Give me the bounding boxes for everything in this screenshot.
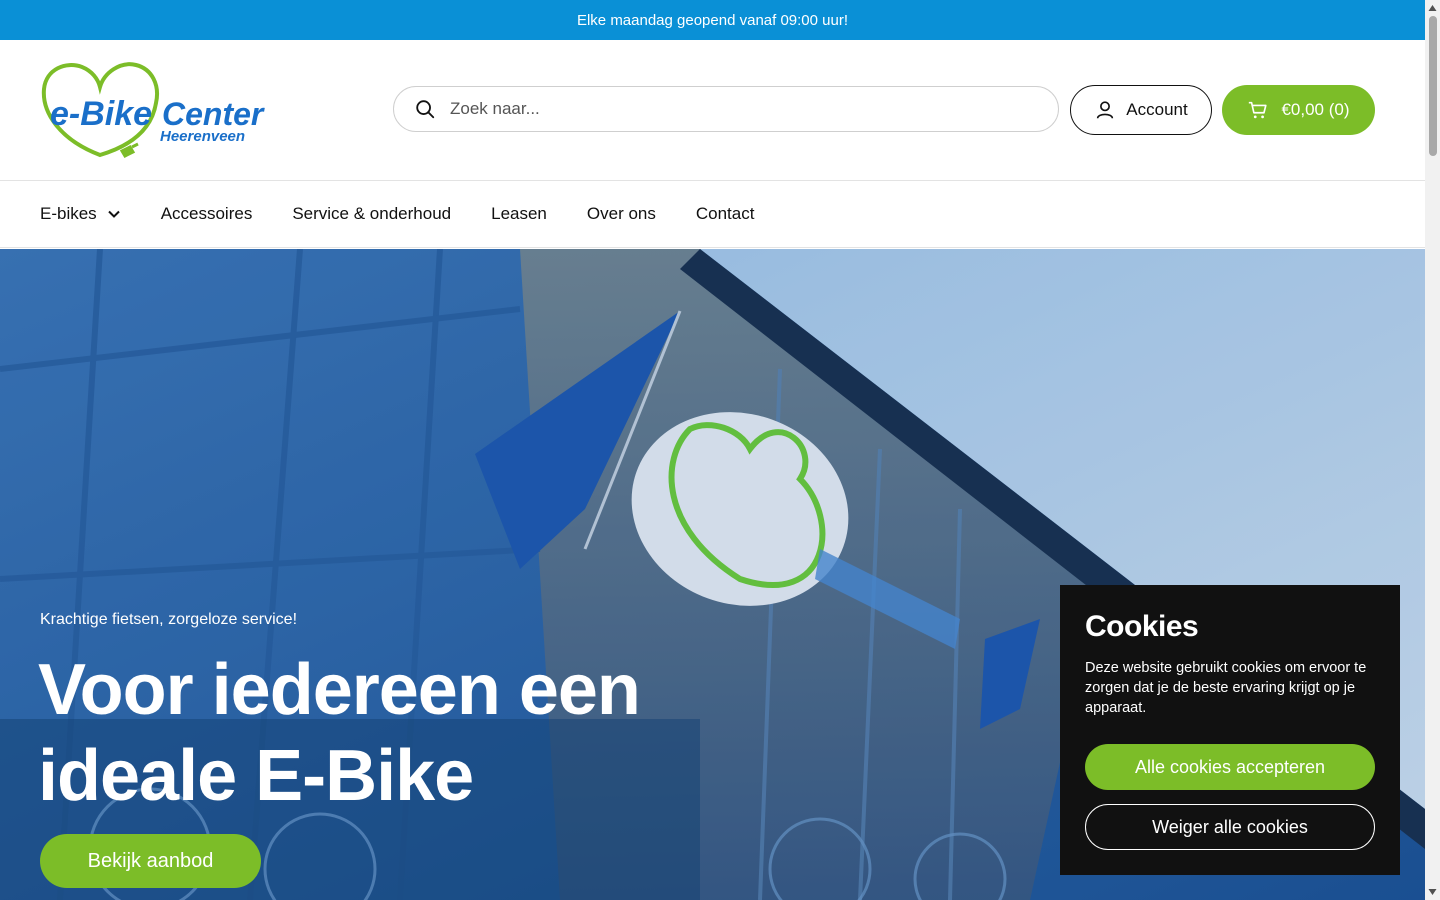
nav-item-label: Leasen — [491, 204, 547, 223]
cookie-title: Cookies — [1085, 610, 1199, 643]
page: Elke maandag geopend vanaf 09:00 uur! e-… — [0, 0, 1425, 900]
cookie-banner: Cookies Deze website gebruikt cookies om… — [1060, 585, 1400, 875]
account-label: Account — [1126, 100, 1188, 119]
account-button[interactable]: Account — [1070, 85, 1212, 135]
site-header: e-Bike Center Heerenveen Account — [0, 40, 1425, 181]
cart-button[interactable]: €0,00 (0) — [1222, 85, 1375, 135]
logo-text-ebike: e-Bike — [50, 95, 152, 133]
nav-item-ebikes[interactable]: E-bikes — [40, 204, 121, 224]
view-offer-button[interactable]: Bekijk aanbod — [40, 834, 261, 888]
scrollbar[interactable] — [1425, 0, 1440, 900]
site-logo[interactable]: e-Bike Center Heerenveen — [40, 59, 272, 161]
main-nav: E-bikes Accessoires Service & onderhoud … — [0, 181, 1425, 248]
reject-cookies-button[interactable]: Weiger alle cookies — [1085, 804, 1375, 850]
logo-text-center: Center — [162, 96, 265, 132]
search-bar[interactable] — [393, 86, 1059, 132]
nav-item-label: Over ons — [586, 204, 656, 223]
nav-item-leasen[interactable]: Leasen — [491, 204, 547, 224]
cookie-text: Deze website gebruikt cookies om ervoor … — [1085, 660, 1367, 716]
nav-item-accessoires[interactable]: Accessoires — [161, 204, 253, 224]
scrollbar-thumb[interactable] — [1429, 16, 1437, 156]
nav-item-contact[interactable]: Contact — [696, 204, 755, 224]
nav-item-label: E-bikes — [40, 204, 97, 223]
user-icon — [1097, 101, 1114, 119]
accept-cookies-button[interactable]: Alle cookies accepteren — [1085, 744, 1375, 790]
scroll-up-icon[interactable] — [1428, 4, 1437, 12]
nav-item-label: Service & onderhoud — [292, 204, 452, 223]
hero-title: Voor iedereen een ideale E-Bike — [38, 650, 641, 816]
cart-icon — [1249, 101, 1268, 119]
nav-item-label: Accessoires — [160, 204, 253, 223]
search-input[interactable] — [450, 99, 1010, 119]
search-icon — [416, 100, 435, 119]
nav-item-service[interactable]: Service & onderhoud — [292, 204, 451, 224]
logo-text-city: Heerenveen — [160, 128, 245, 145]
hero-subtitle: Krachtige fietsen, zorgeloze service! — [40, 611, 298, 628]
cart-total: €0,00 (0) — [1281, 100, 1350, 119]
announcement-text: Elke maandag geopend vanaf 09:00 uur! — [576, 11, 849, 29]
chevron-down-icon — [107, 210, 120, 218]
nav-item-label: Contact — [695, 204, 755, 223]
announcement-bar: Elke maandag geopend vanaf 09:00 uur! — [0, 0, 1425, 40]
nav-item-over-ons[interactable]: Over ons — [587, 204, 656, 224]
scroll-down-icon[interactable] — [1428, 888, 1437, 896]
